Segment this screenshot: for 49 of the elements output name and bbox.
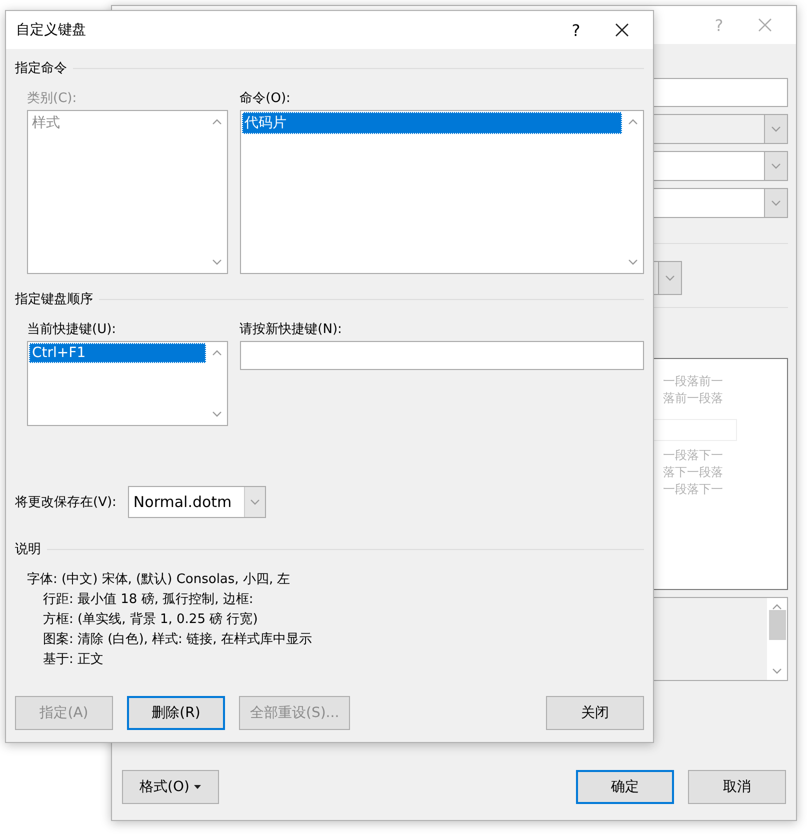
preview-text: 一段落下一 bbox=[663, 481, 723, 498]
description-text: 图案: 清除 (白色), 样式: 链接, 在样式库中显示 bbox=[42, 631, 313, 648]
shortcut-input[interactable] bbox=[240, 341, 644, 370]
dropdown-icon[interactable] bbox=[771, 163, 781, 169]
preview-text: 一段落前一 bbox=[663, 373, 723, 390]
dropdown-icon[interactable] bbox=[771, 126, 781, 132]
group-heading: 指定键盘顺序 bbox=[15, 291, 93, 308]
shortcut-list[interactable]: Ctrl+F1 bbox=[27, 341, 228, 426]
group-heading: 说明 bbox=[15, 541, 41, 558]
scroll-down-icon[interactable] bbox=[628, 259, 638, 265]
dropdown-icon[interactable] bbox=[771, 200, 781, 206]
save-location-dropdown[interactable]: Normal.dotm bbox=[128, 486, 266, 518]
dialog-button[interactable]: 取消 bbox=[688, 770, 786, 804]
text-field[interactable] bbox=[652, 78, 788, 107]
scroll-down-icon[interactable] bbox=[212, 411, 222, 417]
format-button[interactable]: 格式(O) bbox=[122, 770, 219, 804]
scroll-up-icon[interactable] bbox=[212, 119, 222, 125]
group-heading: 指定命令 bbox=[15, 60, 67, 77]
scroll-up-icon[interactable] bbox=[628, 119, 638, 125]
caret-icon bbox=[194, 785, 202, 790]
description-text: 基于: 正文 bbox=[42, 651, 105, 668]
scroll-up-icon[interactable] bbox=[212, 350, 222, 356]
dialog-button[interactable]: 删除(R) bbox=[127, 696, 225, 730]
preview-text: 落前一段落 bbox=[663, 390, 723, 407]
description-text: 字体: (中文) 宋体, (默认) Consolas, 小四, 左 bbox=[27, 571, 292, 588]
description-text: 行距: 最小值 18 磅, 孤行控制, 边框: bbox=[42, 591, 254, 608]
help-button[interactable]: ? bbox=[696, 7, 742, 43]
help-button[interactable]: ? bbox=[553, 12, 599, 48]
description-text: 方框: (单实线, 背景 1, 0.25 磅 行宽) bbox=[42, 611, 259, 628]
close-button[interactable]: 关闭 bbox=[546, 696, 644, 730]
scroll-thumb[interactable] bbox=[768, 610, 786, 640]
close-icon[interactable] bbox=[615, 23, 629, 37]
field-label: 将更改保存在(V): bbox=[15, 494, 116, 511]
dropdown-icon[interactable] bbox=[250, 499, 260, 505]
dropdown-icon[interactable] bbox=[665, 275, 675, 281]
field-label: 请按新快捷键(N): bbox=[240, 321, 343, 338]
field-label: 类别(C): bbox=[27, 90, 78, 107]
scroll-down-icon[interactable] bbox=[772, 668, 782, 674]
list-item[interactable]: 代码片 bbox=[242, 112, 622, 134]
list-item[interactable]: Ctrl+F1 bbox=[29, 343, 206, 363]
field-label: 当前快捷键(U): bbox=[27, 321, 118, 338]
scroll-down-icon[interactable] bbox=[212, 259, 222, 265]
command-list[interactable]: 代码片 bbox=[240, 110, 644, 274]
preview-text: 落下一段落 bbox=[663, 464, 723, 481]
scroll-up-icon[interactable] bbox=[772, 604, 782, 610]
preview-text: 一段落下一 bbox=[663, 447, 723, 464]
dialog-button[interactable]: 确定 bbox=[576, 770, 674, 804]
field-label: 命令(O): bbox=[240, 90, 292, 107]
window-title: 自定义键盘 bbox=[16, 21, 87, 39]
